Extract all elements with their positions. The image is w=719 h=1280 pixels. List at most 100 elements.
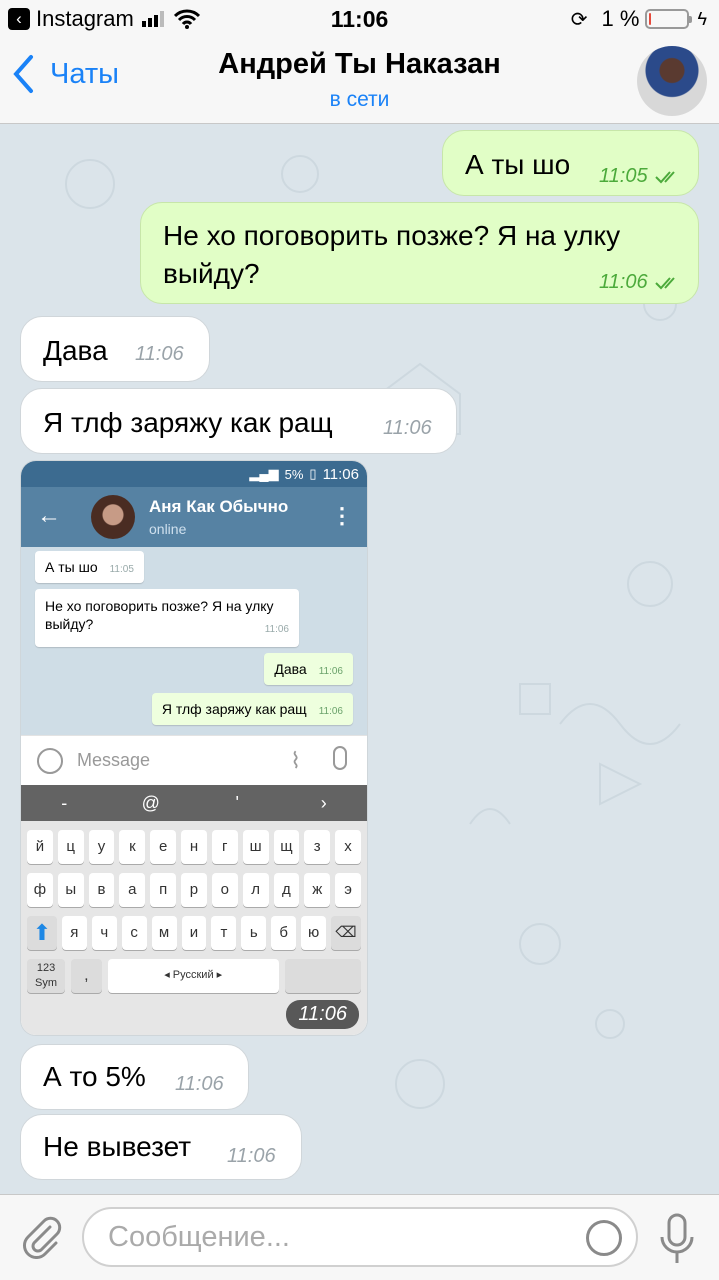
photo-message-outgoing: Дава 11:06	[264, 653, 353, 685]
message-bubble-outgoing[interactable]: А ты шо 11:05	[442, 130, 699, 196]
photo-key: ж	[304, 873, 331, 907]
status-right: ⟳ 1 % ϟ	[571, 6, 707, 32]
photo-chat-area: А ты шо 11:05 Не хо поговорить позже? Я н…	[21, 547, 367, 735]
photo-key: и	[181, 916, 207, 950]
double-check-icon	[655, 277, 675, 290]
message-time-text: 11:06	[599, 271, 648, 293]
photo-key: р	[181, 873, 207, 907]
photo-key: в	[88, 873, 115, 907]
message-time: 11:06	[227, 1145, 276, 1167]
chat-area[interactable]: А ты шо 11:05 Не хо поговорить позже? Я …	[0, 124, 719, 1194]
photo-paperclip-icon: ⌇	[290, 748, 301, 773]
battery-icon	[645, 9, 693, 29]
message-time: 11:05	[599, 165, 681, 188]
photo-smile-icon	[37, 748, 63, 774]
nav-bar: Чаты Андрей Ты Наказан в сети	[0, 40, 719, 124]
message-time-text: 11:05	[599, 165, 648, 187]
photo-message-time: 11:05	[109, 564, 134, 575]
photo-mic-icon	[333, 746, 347, 770]
photo-key: е	[150, 830, 177, 864]
microphone-icon[interactable]	[657, 1213, 697, 1265]
photo-key: ш	[242, 830, 269, 864]
rotation-lock-icon: ⟳	[570, 8, 588, 31]
photo-input-bar: Message ⌇	[21, 735, 367, 785]
photo-input-placeholder: Message	[77, 750, 151, 770]
photo-message-time: 11:06	[318, 666, 343, 677]
photo-comma-key: ,	[71, 959, 102, 993]
photo-battery-icon: ▯	[309, 466, 317, 481]
charging-icon: ϟ	[697, 8, 707, 29]
sticker-icon[interactable]	[586, 1220, 622, 1256]
photo-message-timestamp: 11:06	[286, 1000, 359, 1029]
photo-key: ю	[301, 916, 327, 950]
paperclip-icon[interactable]	[20, 1215, 64, 1259]
message-bubble-incoming[interactable]: Не вывезет 11:06	[20, 1114, 302, 1180]
photo-key: я	[61, 916, 87, 950]
photo-key: -	[61, 792, 68, 813]
photo-keyboard-bottom-row: 123 Sym , ◂ Русский ▸	[21, 959, 367, 993]
battery-percent: 1 %	[601, 6, 640, 31]
photo-key: а	[119, 873, 146, 907]
photo-key: с	[121, 916, 147, 950]
photo-keyboard-row: йцукенгшщзх	[21, 830, 367, 864]
photo-key: щ	[273, 830, 300, 864]
photo-message-text: Дава	[274, 661, 307, 677]
photo-key: ы	[57, 873, 84, 907]
photo-back-arrow-icon: ←	[37, 502, 61, 529]
photo-message-time: 11:06	[264, 624, 289, 635]
photo-message-incoming: А ты шо 11:05	[35, 551, 144, 583]
photo-contact-avatar	[91, 495, 135, 539]
photo-status-bar: ▂▄▆ 5% ▯ 11:06	[21, 461, 367, 487]
photo-signal-icon: ▂▄▆	[249, 466, 279, 481]
message-text: Я тлф заряжу как ращ	[43, 407, 333, 438]
photo-key: з	[304, 830, 331, 864]
message-bubble-incoming[interactable]: А то 5% 11:06	[20, 1044, 249, 1110]
photo-key: й	[27, 830, 53, 864]
photo-message[interactable]: ▂▄▆ 5% ▯ 11:06 ← Аня Как Обычно online ⋮…	[20, 460, 368, 1036]
photo-key: д	[273, 873, 300, 907]
photo-key: г	[211, 830, 238, 864]
message-text: А ты шо	[465, 149, 571, 180]
message-time: 11:06	[175, 1073, 224, 1095]
double-check-icon	[655, 171, 675, 184]
photo-keyboard: - @ ' › йцукенгшщзх фывапролджэ ⬆ ячсмит…	[21, 785, 367, 1035]
photo-message-text: А ты шо	[45, 559, 98, 575]
photo-battery-percent: 5%	[284, 466, 304, 482]
photo-key: м	[151, 916, 177, 950]
chat-status: в сети	[329, 88, 390, 111]
photo-key: э	[335, 873, 361, 907]
photo-menu-icon: ⋮	[331, 503, 353, 528]
message-bubble-outgoing[interactable]: Не хо поговорить позже? Я на улку выйду?…	[140, 202, 699, 304]
photo-key: о	[211, 873, 238, 907]
photo-keyboard-row: ⬆ я ч с м и т ь б ю ⌫	[21, 916, 367, 950]
message-bubble-incoming[interactable]: Я тлф заряжу как ращ 11:06	[20, 388, 457, 454]
photo-message-outgoing: Я тлф заряжу как ращ 11:06	[151, 693, 353, 725]
photo-sym-key: 123 Sym	[27, 959, 66, 993]
photo-key: ц	[57, 830, 84, 864]
photo-key: б	[271, 916, 297, 950]
photo-key: у	[88, 830, 115, 864]
message-time: 11:06	[135, 343, 184, 365]
photo-enter-key	[284, 959, 361, 993]
photo-chat-status: online	[149, 521, 187, 537]
battery-fill	[649, 13, 651, 25]
photo-keyboard-row: фывапролджэ	[21, 873, 367, 907]
photo-key: н	[181, 830, 207, 864]
photo-message-incoming: Не хо поговорить позже? Я на улку выйду?…	[35, 589, 299, 647]
photo-keyboard-suggestions: - @ ' ›	[21, 785, 367, 821]
photo-shift-key: ⬆	[27, 916, 57, 950]
message-text: Не вывезет	[43, 1131, 192, 1162]
photo-key: '	[235, 792, 239, 813]
photo-chat-name: Аня Как Обычно	[149, 497, 289, 516]
photo-key: к	[119, 830, 146, 864]
photo-key: п	[150, 873, 177, 907]
photo-key: @	[141, 792, 160, 813]
message-time: 11:06	[599, 271, 681, 294]
chat-title[interactable]: Андрей Ты Наказан	[0, 48, 719, 81]
photo-backspace-key: ⌫	[331, 916, 361, 950]
contact-avatar[interactable]	[637, 46, 707, 116]
message-input[interactable]	[108, 1221, 568, 1254]
message-bubble-incoming[interactable]: Дава 11:06	[20, 316, 210, 382]
photo-message-time: 11:06	[318, 706, 343, 717]
photo-key: л	[242, 873, 269, 907]
